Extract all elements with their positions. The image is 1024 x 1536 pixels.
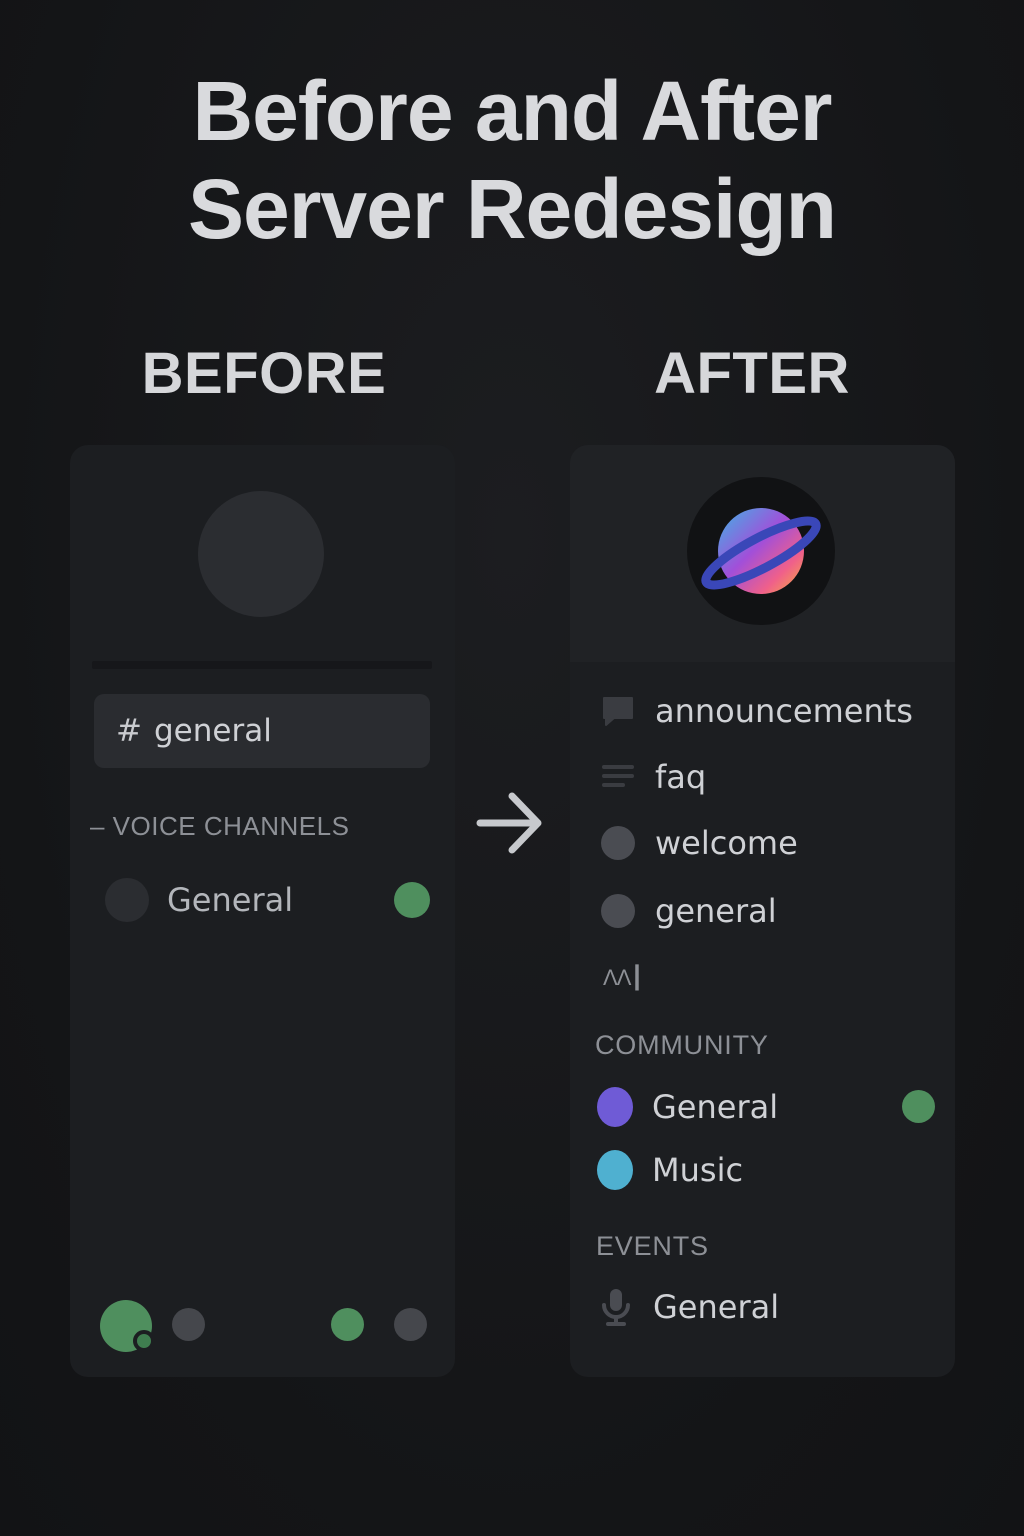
lines-icon <box>600 759 636 795</box>
channel-label: announcements <box>655 692 913 730</box>
community-header[interactable]: COMMUNITY <box>595 1030 769 1061</box>
after-heading: AFTER <box>654 341 850 406</box>
channel-faq[interactable]: faq <box>600 755 706 799</box>
channel-label: General <box>652 1088 779 1126</box>
channel-general[interactable]: general <box>600 889 777 933</box>
channel-label: General <box>653 1288 780 1326</box>
arrow-right-icon <box>476 792 542 854</box>
voice-channel-icon <box>105 878 149 922</box>
channel-announcements[interactable]: announcements <box>600 689 913 733</box>
events-header[interactable]: EVENTS <box>596 1231 709 1262</box>
before-server-panel: # general – VOICE CHANNELS General <box>70 445 455 1377</box>
page: Before and After Server Redesign BEFORE … <box>0 0 1024 1536</box>
voice-channel-general[interactable]: General <box>105 877 430 923</box>
title-line-2: Server Redesign <box>188 162 837 256</box>
server-logo[interactable] <box>687 477 835 625</box>
microphone-icon <box>598 1289 634 1326</box>
online-status-dot <box>902 1090 935 1123</box>
channel-label: general <box>655 892 777 930</box>
footer-status-icon[interactable] <box>331 1308 364 1341</box>
voice-channel-label: General <box>167 881 294 919</box>
footer-control-icon[interactable] <box>172 1308 205 1341</box>
server-icon-placeholder[interactable] <box>198 491 324 617</box>
circle-icon <box>601 894 635 928</box>
title-line-1: Before and After <box>192 64 833 158</box>
voice-channels-header[interactable]: – VOICE CHANNELS <box>90 811 349 842</box>
divider <box>92 661 432 669</box>
channel-label: faq <box>655 758 707 796</box>
community-channel-music[interactable]: Music <box>597 1148 743 1192</box>
channel-welcome[interactable]: welcome <box>600 821 798 865</box>
server-banner <box>570 445 955 662</box>
community-channel-general[interactable]: General <box>597 1085 778 1129</box>
channel-color-dot <box>597 1087 633 1127</box>
channel-color-dot <box>597 1150 633 1190</box>
footer-settings-icon[interactable] <box>394 1308 427 1341</box>
speech-bubble-icon <box>600 693 636 729</box>
channel-general[interactable]: # general <box>94 694 430 768</box>
channel-label: Music <box>652 1151 744 1189</box>
before-heading: BEFORE <box>141 341 387 406</box>
channel-label: welcome <box>655 824 798 862</box>
circle-icon <box>601 826 635 860</box>
channel-label: general <box>153 713 272 749</box>
online-status-dot <box>394 882 430 918</box>
after-server-panel: announcements faq welcome general ΛΛ┃ CO… <box>570 445 955 1377</box>
page-title: Before and After Server Redesign <box>0 62 1024 258</box>
event-channel-general[interactable]: General <box>598 1285 779 1329</box>
planet-icon <box>701 508 821 594</box>
misc-glyph: ΛΛ┃ <box>603 965 644 990</box>
status-badge <box>133 1330 155 1352</box>
hash-icon: # <box>116 713 142 749</box>
